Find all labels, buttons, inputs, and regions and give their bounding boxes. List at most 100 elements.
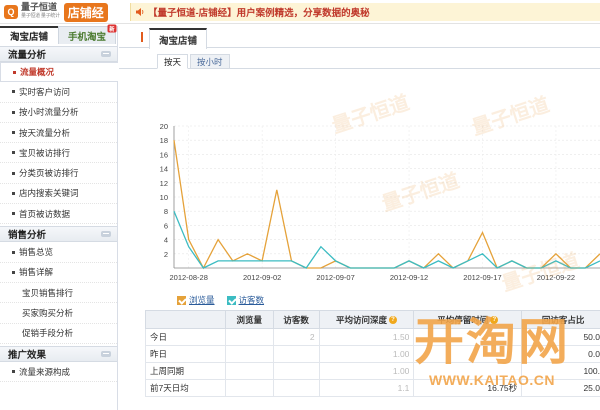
announcement-bar[interactable]: 【量子恒道-店铺经】用户案例精选，分享数据的奥秘: [130, 3, 600, 21]
nav-item-product-sales-rank[interactable]: 宝贝销售排行: [0, 283, 117, 304]
column-header: 平均停留时间?: [413, 310, 523, 329]
series-line-pageviews: [173, 140, 600, 270]
table-row: 上周同期 1.00 100.: [145, 362, 600, 380]
y-tick-label: 2: [164, 250, 168, 259]
collapse-icon[interactable]: [101, 231, 111, 238]
new-badge: 新: [107, 24, 117, 33]
y-tick-label: 16: [160, 150, 168, 159]
nav-item-realtime-visits[interactable]: 实时客户访问: [0, 82, 117, 103]
y-tick-label: 4: [164, 236, 168, 245]
bullet-icon: [12, 250, 15, 254]
nav-item-sales-overview[interactable]: 销售总览: [0, 242, 117, 263]
bullet-icon: [12, 270, 15, 274]
cell-pageviews: [224, 362, 274, 380]
nav-item-product-visits-rank[interactable]: 宝贝被访排行: [0, 143, 117, 164]
y-tick-label: 6: [164, 221, 168, 230]
x-tick-label: 2012-09-17: [463, 273, 501, 282]
legend-pageviews[interactable]: 浏览量: [177, 294, 215, 306]
nav-item-buyer-analysis[interactable]: 买家购买分析: [0, 303, 117, 324]
bullet-icon: [12, 171, 15, 175]
nav-item-traffic-overview[interactable]: 流量概况: [0, 62, 118, 83]
stats-table: 浏览量 访客数 平均访问深度? 平均停留时间? 回访客占比 今日 2 1.50 …: [145, 310, 600, 397]
column-header: [145, 310, 226, 329]
sidebar-tab-taobao-shop[interactable]: 淘宝店铺: [0, 26, 58, 44]
x-tick-label: 2012-09-07: [316, 273, 354, 282]
help-icon[interactable]: ?: [389, 316, 397, 325]
y-tick-label: 12: [160, 179, 168, 188]
x-tick-label: 2012-09-02: [243, 273, 281, 282]
brand-mark-icon: Q: [4, 5, 18, 19]
speaker-icon: [136, 8, 144, 16]
table-header-row: 浏览量 访客数 平均访问深度? 平均停留时间? 回访客占比: [145, 310, 600, 329]
brand-logo[interactable]: Q 量子恒道 量子恒道 量子统计 店铺经: [4, 2, 108, 22]
brand-name: 量子恒道: [21, 2, 58, 12]
cell-visitors: [272, 379, 320, 397]
row-label: 昨日: [145, 345, 226, 363]
collapse-icon[interactable]: [101, 51, 111, 57]
legend-label[interactable]: 浏览量: [189, 294, 215, 306]
cell-return-rate: 50.0: [521, 328, 600, 346]
table-row: 昨日 1.00 0.0: [145, 345, 600, 363]
cell-avg-depth: 1.00: [318, 345, 415, 363]
help-icon[interactable]: ?: [490, 316, 499, 325]
cell-avg-time: [413, 362, 523, 380]
x-tick-label: 2012-09-12: [390, 273, 428, 282]
subtab-daily[interactable]: 按天: [157, 54, 189, 69]
nav-item-category-visits-rank[interactable]: 分类页被访排行: [0, 163, 117, 184]
cell-avg-time: [413, 345, 523, 363]
nav-item-search-keywords[interactable]: 店内搜索关键词: [0, 184, 117, 205]
checkbox-icon[interactable]: [226, 295, 236, 305]
sidebar-tab-mobile-taobao[interactable]: 手机淘宝 新: [58, 24, 117, 44]
bullet-icon: [13, 70, 16, 74]
row-label: 今日: [145, 328, 226, 346]
cell-return-rate: 25.0: [521, 379, 600, 397]
subtab-hourly[interactable]: 按小时: [190, 54, 230, 69]
sidebar-tabs: 淘宝店铺 手机淘宝 新: [0, 24, 117, 44]
cell-avg-depth: 1.50: [318, 328, 415, 346]
cell-return-rate: 0.0: [521, 345, 600, 363]
bullet-icon: [12, 370, 15, 373]
section-title: 推广效果: [8, 349, 47, 361]
column-header: 平均访问深度?: [318, 310, 415, 329]
column-header: 回访客占比: [521, 310, 600, 329]
app-root: Q 量子恒道 量子恒道 量子统计 店铺经 【量子恒道-店铺经】用户案例精选，分享…: [0, 0, 600, 410]
cell-pageviews: [224, 328, 274, 346]
row-label: 上周同期: [145, 362, 226, 380]
brand-subtitle: 量子恒道 量子统计: [21, 13, 60, 19]
x-tick-label: 2012-08-28: [170, 273, 208, 282]
bullet-icon: [12, 110, 15, 114]
collapse-icon[interactable]: [101, 350, 111, 357]
main-tabbar: 淘宝店铺: [119, 26, 600, 49]
announcement-text[interactable]: 【量子恒道-店铺经】用户案例精选，分享数据的奥秘: [148, 5, 370, 19]
section-sales-analysis[interactable]: 销售分析: [0, 226, 117, 243]
row-label: 前7天日均: [145, 379, 226, 397]
section-promotion-effect[interactable]: 推广效果: [0, 345, 117, 362]
nav-item-daily-traffic[interactable]: 按天流量分析: [0, 123, 117, 144]
nav-item-hourly-traffic[interactable]: 按小时流量分析: [0, 103, 117, 123]
column-header: 访客数: [272, 310, 320, 329]
legend-label[interactable]: 访客数: [239, 294, 265, 306]
bullet-icon: [12, 131, 15, 135]
tab-taobao-shop[interactable]: 淘宝店铺: [149, 28, 207, 49]
cell-avg-depth: 1.00: [318, 362, 415, 380]
bullet-icon: [12, 151, 15, 155]
section-traffic-analysis[interactable]: 流量分析: [0, 46, 117, 62]
table-row: 今日 2 1.50 50.0: [145, 328, 600, 346]
y-tick-label: 10: [160, 193, 168, 202]
cell-pageviews: [224, 345, 274, 363]
checkbox-icon[interactable]: [177, 295, 186, 305]
view-toggle: 按天 按小时: [157, 54, 232, 69]
column-header: 浏览量: [224, 310, 274, 329]
nav-item-traffic-sources[interactable]: 流量来源构成: [0, 362, 117, 383]
nav-item-homepage-data[interactable]: 首页被访数据: [0, 204, 117, 225]
nav-item-promotion-analysis[interactable]: 促销手段分析: [0, 324, 117, 344]
x-tick-label: 2012-09-22: [537, 273, 575, 282]
cell-return-rate: 100.: [521, 362, 600, 380]
bullet-icon: [12, 191, 15, 195]
section-title: 流量分析: [8, 50, 47, 61]
table-row: 前7天日均 1.1 16.75秒 25.0: [145, 379, 600, 397]
sidebar: 淘宝店铺 手机淘宝 新 流量分析 流量概况 实时客户访问 按小时流量分析 按天流…: [0, 24, 118, 410]
nav-item-sales-detail[interactable]: 销售详解: [0, 263, 117, 283]
cell-visitors: [272, 362, 320, 380]
legend-visitors[interactable]: 访客数: [226, 294, 265, 306]
